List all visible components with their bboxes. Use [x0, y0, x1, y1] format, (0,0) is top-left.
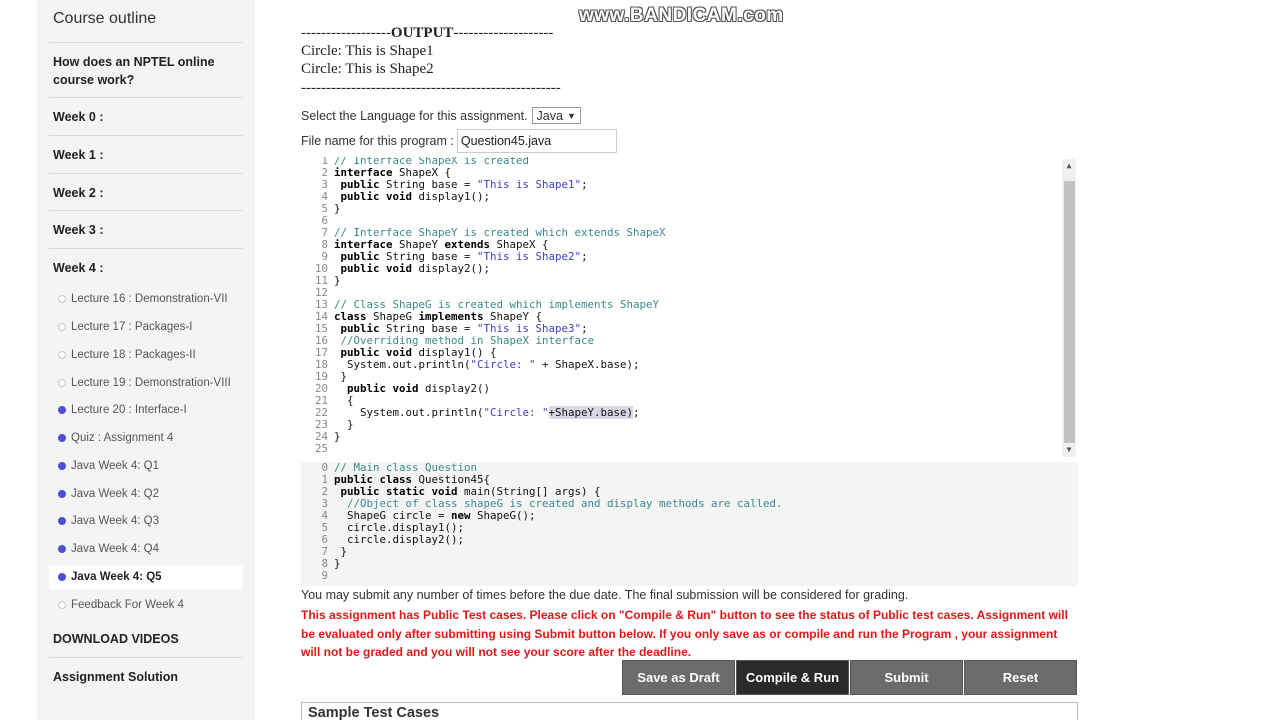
sidebar-unit-item[interactable]: Java Week 4: Q1: [49, 454, 243, 478]
output-footer: ----------------------------------------…: [301, 80, 561, 96]
output-rule: ------------------: [301, 25, 391, 41]
sidebar-unit-item[interactable]: Lecture 17 : Packages-I: [49, 315, 243, 339]
sidebar-item-week-4[interactable]: Week 4 :: [53, 259, 233, 277]
unit-item-label: Java Week 4: Q1: [71, 460, 159, 472]
sidebar-unit-item[interactable]: Lecture 20 : Interface-I: [49, 398, 243, 422]
sidebar-unit-item[interactable]: Java Week 4: Q2: [49, 482, 243, 506]
language-value: Java: [536, 108, 563, 123]
course-outline-title: Course outline: [53, 10, 157, 27]
status-dot-icon: [58, 517, 66, 525]
unit-item-label: Java Week 4: Q4: [71, 543, 159, 555]
sidebar-unit-item[interactable]: Java Week 4: Q4: [49, 537, 243, 561]
line-numbers: 0 1 2 3 4 5 6 7 8 9: [321, 461, 328, 582]
language-select[interactable]: Java ▼: [531, 107, 581, 124]
language-row: Select the Language for this assignment.…: [301, 107, 581, 124]
scroll-thumb[interactable]: [1064, 181, 1075, 443]
status-dot-icon: [58, 379, 66, 387]
unit-item-label: Lecture 19 : Demonstration-VIII: [71, 377, 231, 389]
code-editor-template[interactable]: 1 2 3 4 5 6 7 8 9 10 11 12 13 14 15 16 1…: [301, 157, 1078, 459]
sidebar-item-how-it-works[interactable]: How does an NPTEL online course work?: [53, 53, 233, 89]
sidebar-unit-item[interactable]: Lecture 16 : Demonstration-VII: [49, 287, 243, 311]
sidebar-unit-item[interactable]: Quiz : Assignment 4: [49, 426, 243, 450]
unit-item-label: Feedback For Week 4: [71, 599, 184, 611]
editor-scrollbar[interactable]: ▲ ▼: [1062, 159, 1076, 457]
compile-run-button[interactable]: Compile & Run: [736, 660, 849, 695]
sidebar-unit-item-active[interactable]: Java Week 4: Q5: [49, 565, 243, 589]
reset-button[interactable]: Reset: [964, 660, 1077, 695]
filename-input[interactable]: [456, 129, 617, 153]
sidebar-item-week-0[interactable]: Week 0 :: [53, 108, 233, 126]
language-label: Select the Language for this assignment.: [301, 108, 528, 123]
status-dot-icon: [58, 601, 66, 609]
status-dot-icon: [58, 295, 66, 303]
save-draft-button[interactable]: Save as Draft: [622, 660, 735, 695]
line-numbers: 1 2 3 4 5 6 7 8 9 10 11 12 13 14 15 16 1…: [314, 157, 328, 455]
unit-item-label: Java Week 4: Q3: [71, 515, 159, 527]
sidebar-item-assignment-solution[interactable]: Assignment Solution: [53, 668, 233, 686]
submit-button[interactable]: Submit: [850, 660, 963, 695]
status-dot-icon: [58, 434, 66, 442]
divider: [49, 248, 243, 249]
status-dot-icon: [58, 323, 66, 331]
scroll-down-icon[interactable]: ▼: [1062, 444, 1076, 456]
sidebar-unit-item[interactable]: Lecture 19 : Demonstration-VIII: [49, 371, 243, 395]
output-rule: --------------------: [453, 25, 554, 41]
submission-note: You may submit any number of times befor…: [301, 588, 909, 602]
unit-item-label: Quiz : Assignment 4: [71, 432, 174, 444]
sidebar-item-download-videos[interactable]: DOWNLOAD VIDEOS: [53, 630, 233, 648]
output-line: Circle: This is Shape1: [301, 43, 434, 59]
public-test-warning: This assignment has Public Test cases. P…: [301, 608, 1068, 659]
status-dot-icon: [58, 545, 66, 553]
course-outline-sidebar: Course outline How does an NPTEL online …: [37, 0, 255, 720]
code-lines: // Main class Question public class Ques…: [334, 461, 783, 570]
filename-label: File name for this program :: [301, 134, 454, 148]
code-editor-main-class: 0 1 2 3 4 5 6 7 8 9 // Main class Questi…: [301, 462, 1078, 586]
divider: [49, 42, 243, 43]
status-dot-icon: [58, 573, 66, 581]
sidebar-item-week-2[interactable]: Week 2 :: [53, 184, 233, 202]
code-lines[interactable]: // Interface ShapeX is created interface…: [334, 157, 666, 443]
sidebar-item-week-3[interactable]: Week 3 :: [53, 221, 233, 239]
status-dot-icon: [58, 351, 66, 359]
divider: [49, 173, 243, 174]
scroll-up-icon[interactable]: ▲: [1062, 160, 1076, 172]
action-buttons: Save as Draft Compile & Run Submit Reset: [622, 660, 1078, 695]
status-dot-icon: [58, 490, 66, 498]
sidebar-unit-item[interactable]: Java Week 4: Q3: [49, 509, 243, 533]
unit-item-label: Java Week 4: Q2: [71, 488, 159, 500]
unit-item-label: Lecture 18 : Packages-II: [71, 349, 196, 361]
sidebar-unit-item[interactable]: Feedback For Week 4: [49, 593, 243, 617]
dropdown-arrow-icon: ▼: [566, 110, 576, 121]
unit-item-label: Lecture 17 : Packages-I: [71, 321, 193, 333]
unit-item-label: Lecture 20 : Interface-I: [71, 404, 187, 416]
bandicam-watermark: www.BANDICAM.com: [579, 5, 784, 26]
output-header: ------------------OUTPUT----------------…: [301, 25, 553, 42]
sample-test-cases-title: Sample Test Cases: [308, 705, 440, 720]
output-label: OUTPUT: [390, 25, 454, 41]
filename-row: File name for this program :: [301, 129, 617, 153]
output-line: Circle: This is Shape2: [301, 61, 434, 77]
sidebar-item-week-1[interactable]: Week 1 :: [53, 146, 233, 164]
divider: [49, 97, 243, 98]
assignment-main: www.BANDICAM.com ------------------OUTPU…: [301, 0, 1081, 720]
unit-item-label: Lecture 16 : Demonstration-VII: [71, 293, 228, 305]
sidebar-unit-item[interactable]: Lecture 18 : Packages-II: [49, 343, 243, 367]
divider: [49, 135, 243, 136]
status-dot-icon: [58, 406, 66, 414]
status-dot-icon: [58, 462, 66, 470]
divider: [49, 657, 243, 658]
divider: [49, 210, 243, 211]
unit-item-label: Java Week 4: Q5: [71, 571, 162, 583]
sample-test-cases-panel: Sample Test Cases: [301, 702, 1078, 720]
